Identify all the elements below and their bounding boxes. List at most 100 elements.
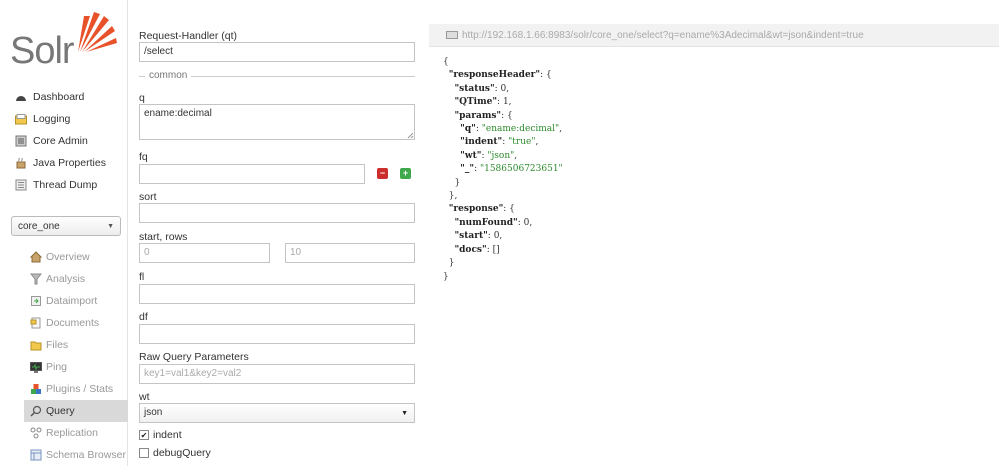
nav-thread-dump[interactable]: Thread Dump xyxy=(0,174,128,196)
logging-icon xyxy=(14,113,27,126)
json-key: "numFound" xyxy=(454,217,518,228)
json-line: "_": "1586506723651" xyxy=(460,164,563,175)
df-input[interactable] xyxy=(139,324,415,344)
q-textarea[interactable]: ename:decimal xyxy=(139,104,415,140)
wt-label: wt xyxy=(139,391,150,403)
debug-query-label: debugQuery xyxy=(153,447,211,459)
core-nav-documents[interactable]: Documents xyxy=(0,312,128,334)
wt-select[interactable]: json ▼ xyxy=(139,403,415,423)
add-fq-button[interactable]: + xyxy=(400,168,411,179)
json-line: "status": 0, xyxy=(454,83,510,94)
json-line: "docs": [] xyxy=(454,244,500,255)
core-selector-value: core_one xyxy=(18,220,60,232)
chevron-down-icon: ▼ xyxy=(107,223,114,230)
wt-select-value: json xyxy=(144,407,163,418)
json-line: "start": 0, xyxy=(454,231,503,242)
json-key: "response" xyxy=(448,204,504,215)
minus-icon: − xyxy=(379,168,386,178)
core-admin-icon xyxy=(14,135,27,148)
remove-fq-button[interactable]: − xyxy=(377,168,388,179)
json-key: "params" xyxy=(454,110,502,121)
json-line: { xyxy=(443,57,449,67)
nav-label: Query xyxy=(46,405,75,417)
json-key: "indent" xyxy=(460,137,503,148)
rows-input[interactable]: 10 xyxy=(285,243,415,263)
core-nav-overview[interactable]: Overview xyxy=(0,246,128,268)
core-nav-ping[interactable]: Ping xyxy=(0,356,128,378)
core-nav-replication[interactable]: Replication xyxy=(0,422,128,444)
checkbox-checked-icon: ✔ xyxy=(139,430,149,440)
indent-checkbox[interactable]: ✔ indent xyxy=(139,429,182,441)
dataimport-icon xyxy=(29,295,42,308)
json-key: "wt" xyxy=(460,150,482,161)
url-icon xyxy=(446,31,458,39)
json-line: "params": { xyxy=(454,110,513,121)
json-string-value: "ename:decimal" xyxy=(481,124,560,135)
json-string-value: "true" xyxy=(508,137,536,148)
json-line: "numFound": 0, xyxy=(454,217,533,228)
core-selector[interactable]: core_one ▼ xyxy=(11,216,121,236)
json-key: "start" xyxy=(454,231,488,242)
files-icon xyxy=(29,339,42,352)
core-nav: Overview Analysis Dataimport Documents F… xyxy=(0,246,128,466)
nav-label: Logging xyxy=(33,113,71,125)
start-rows-label: start, rows xyxy=(139,231,188,243)
start-input[interactable]: 0 xyxy=(139,243,270,263)
json-line: "responseHeader": { xyxy=(448,70,552,81)
dashboard-icon xyxy=(14,91,27,104)
nav-logging[interactable]: Logging xyxy=(0,108,128,130)
json-line: "wt": "json", xyxy=(460,150,518,161)
json-key: "q" xyxy=(460,124,476,135)
nav-label: Analysis xyxy=(46,273,86,285)
sort-input[interactable] xyxy=(139,203,415,223)
core-nav-dataimport[interactable]: Dataimport xyxy=(0,290,128,312)
json-key: "_" xyxy=(460,164,475,175)
request-url[interactable]: http://192.168.1.66:8983/solr/core_one/s… xyxy=(462,30,864,41)
fq-input[interactable] xyxy=(139,164,365,184)
raw-params-input[interactable]: key1=val1&key2=val2 xyxy=(139,364,415,384)
nav-label: Plugins / Stats xyxy=(46,383,114,395)
json-response: { "responseHeader": { "status": 0, "QTim… xyxy=(443,56,563,284)
qt-label: Request-Handler (qt) xyxy=(139,30,238,42)
raw-params-label: Raw Query Parameters xyxy=(139,351,249,363)
java-properties-icon xyxy=(14,157,27,170)
core-nav-analysis[interactable]: Analysis xyxy=(0,268,128,290)
json-string-value: "1586506723651" xyxy=(479,164,563,175)
fl-input[interactable] xyxy=(139,284,415,304)
schema-browser-icon xyxy=(29,449,42,462)
core-nav-query[interactable]: Query xyxy=(24,400,128,422)
json-line: "QTime": 1, xyxy=(454,97,512,108)
resize-handle-icon[interactable] xyxy=(407,132,414,139)
nav-java-properties[interactable]: Java Properties xyxy=(0,152,128,174)
json-key: "responseHeader" xyxy=(448,70,541,81)
documents-icon xyxy=(29,317,42,330)
indent-label: indent xyxy=(153,429,182,441)
qt-input[interactable]: /select xyxy=(139,42,415,62)
nav-core-admin[interactable]: Core Admin xyxy=(0,130,128,152)
q-label: q xyxy=(139,92,145,104)
json-line: "indent": "true", xyxy=(460,137,539,148)
checkbox-unchecked-icon xyxy=(139,448,149,458)
nav-label: Core Admin xyxy=(33,135,88,147)
solr-logo[interactable]: Solr xyxy=(8,10,120,70)
sidebar: Solr Dashboard Logging Core Admin Java P… xyxy=(0,0,128,466)
json-key: "status" xyxy=(454,83,495,94)
nav-label: Dashboard xyxy=(33,91,85,103)
json-line: } xyxy=(448,258,455,269)
core-nav-plugins-stats[interactable]: Plugins / Stats xyxy=(0,378,128,400)
nav-label: Documents xyxy=(46,317,100,329)
json-string-value: "json" xyxy=(487,150,515,161)
sort-label: sort xyxy=(139,191,157,203)
fq-label: fq xyxy=(139,151,148,163)
nav-label: Overview xyxy=(46,251,90,263)
debug-query-checkbox[interactable]: debugQuery xyxy=(139,447,211,459)
common-legend: common xyxy=(145,70,192,81)
nav-label: Java Properties xyxy=(33,157,106,169)
nav-label: Files xyxy=(46,339,69,351)
json-line: } xyxy=(454,177,461,188)
nav-dashboard[interactable]: Dashboard xyxy=(0,86,128,108)
core-nav-schema-browser[interactable]: Schema Browser xyxy=(0,444,128,466)
request-url-bar[interactable]: http://192.168.1.66:8983/solr/core_one/s… xyxy=(429,24,999,47)
solr-sun-icon xyxy=(78,12,117,52)
core-nav-files[interactable]: Files xyxy=(0,334,128,356)
